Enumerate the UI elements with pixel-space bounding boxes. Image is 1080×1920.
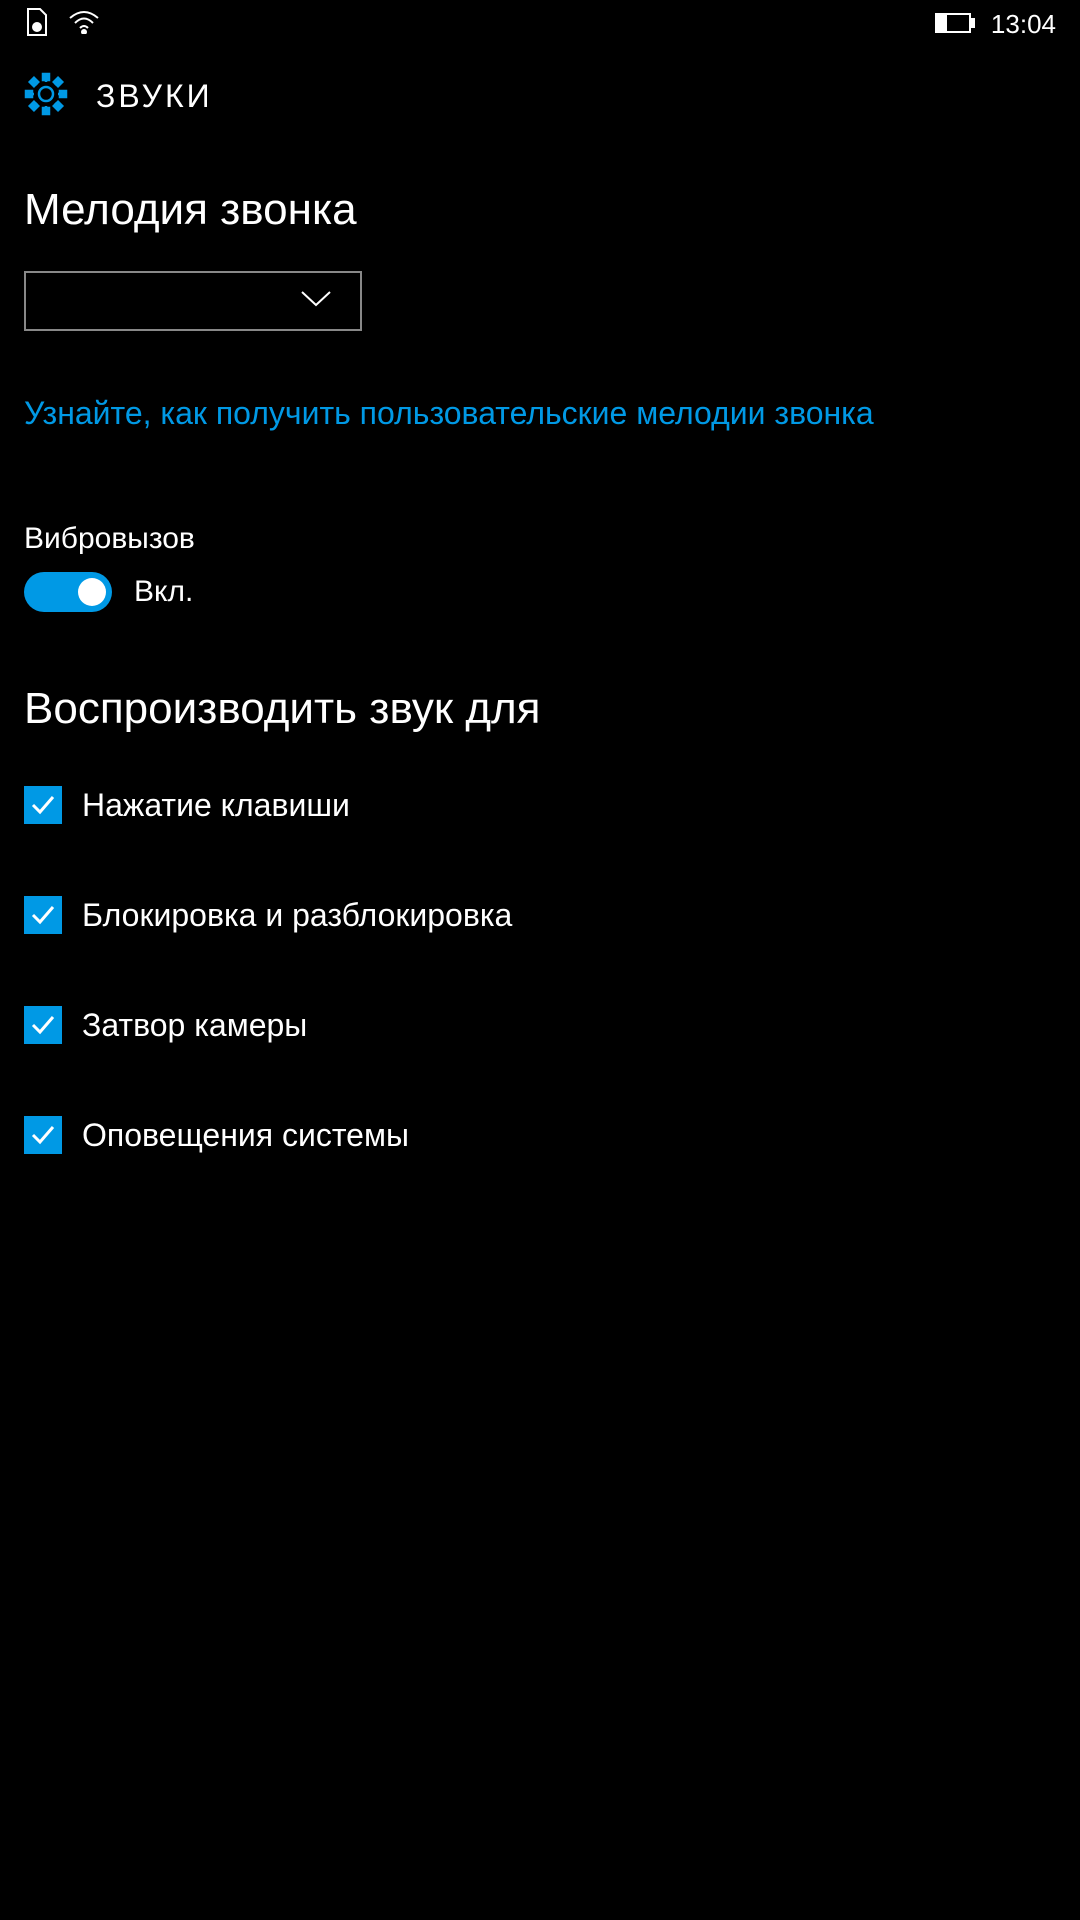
- vibrate-state: Вкл.: [134, 575, 193, 609]
- checkbox-row-lock: Блокировка и разблокировка: [24, 896, 1056, 934]
- checkbox-row-system: Оповещения системы: [24, 1116, 1056, 1154]
- checkbox-row-shutter: Затвор камеры: [24, 1006, 1056, 1044]
- sim-icon: [24, 7, 48, 42]
- vibrate-toggle-row: Вкл.: [24, 572, 1056, 612]
- battery-icon: [935, 9, 975, 40]
- content: Мелодия звонка Узнайте, как получить пол…: [0, 153, 1080, 1238]
- page-title: ЗВУКИ: [96, 78, 213, 115]
- keypress-checkbox[interactable]: [24, 786, 62, 824]
- system-checkbox[interactable]: [24, 1116, 62, 1154]
- lock-checkbox[interactable]: [24, 896, 62, 934]
- gear-icon: [24, 72, 68, 121]
- header: ЗВУКИ: [0, 48, 1080, 153]
- wifi-icon: [68, 10, 100, 39]
- status-left: [24, 7, 100, 42]
- vibrate-toggle[interactable]: [24, 572, 112, 612]
- checkbox-row-keypress: Нажатие клавиши: [24, 786, 1056, 824]
- status-bar: 13:04: [0, 0, 1080, 48]
- custom-ringtones-link[interactable]: Узнайте, как получить пользовательские м…: [24, 395, 1056, 432]
- system-label: Оповещения системы: [82, 1117, 409, 1154]
- toggle-thumb: [78, 578, 106, 606]
- chevron-down-icon: [300, 290, 332, 313]
- shutter-checkbox[interactable]: [24, 1006, 62, 1044]
- ringtone-section-title: Мелодия звонка: [24, 185, 1056, 235]
- ringtone-dropdown[interactable]: [24, 271, 362, 331]
- shutter-label: Затвор камеры: [82, 1007, 307, 1044]
- status-right: 13:04: [935, 9, 1056, 40]
- sounds-section-title: Воспроизводить звук для: [24, 684, 1056, 734]
- lock-label: Блокировка и разблокировка: [82, 897, 512, 934]
- status-time: 13:04: [991, 9, 1056, 40]
- keypress-label: Нажатие клавиши: [82, 787, 350, 824]
- vibrate-label: Вибровызов: [24, 522, 1056, 556]
